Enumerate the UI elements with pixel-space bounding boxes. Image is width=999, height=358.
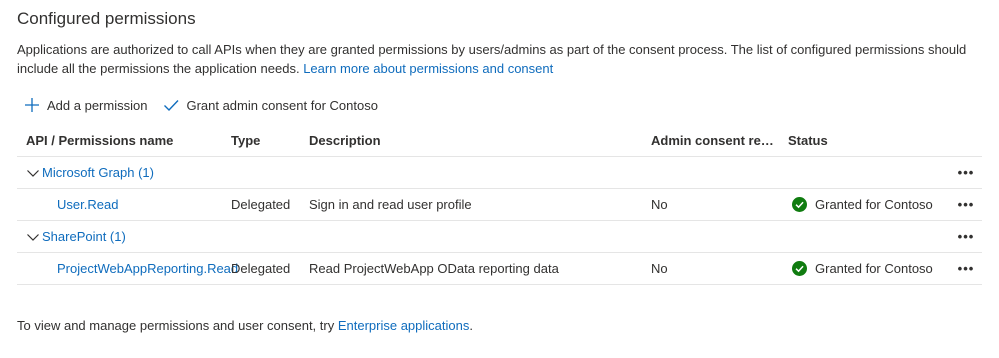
- success-check-circle-icon: [792, 261, 807, 276]
- more-options-button[interactable]: •••: [953, 189, 979, 220]
- permission-type: Delegated: [231, 197, 291, 212]
- group-row-sharepoint: SharePoint (1) •••: [17, 221, 982, 253]
- column-header-description[interactable]: Description: [309, 125, 649, 156]
- status-cell: Granted for Contoso: [788, 189, 948, 220]
- chevron-down-icon: [26, 230, 40, 244]
- column-header-status[interactable]: Status: [788, 125, 948, 156]
- checkmark-icon: [163, 97, 179, 113]
- footer-note: To view and manage permissions and user …: [17, 318, 473, 333]
- grant-admin-consent-label: Grant admin consent for Contoso: [186, 97, 378, 113]
- footer-text: To view and manage permissions and user …: [17, 318, 335, 333]
- page-title: Configured permissions: [17, 9, 196, 28]
- permission-description: Read ProjectWebApp OData reporting data: [309, 261, 559, 276]
- plus-icon: [24, 97, 40, 113]
- column-header-name[interactable]: API / Permissions name: [26, 125, 226, 156]
- permission-type: Delegated: [231, 261, 291, 276]
- status-text: Granted for Contoso: [815, 197, 933, 212]
- permission-name-link[interactable]: ProjectWebAppReporting.Read: [57, 253, 238, 284]
- status-cell: Granted for Contoso: [788, 253, 948, 284]
- table-header-row: API / Permissions name Type Description …: [17, 125, 982, 157]
- admin-consent-value: No: [651, 261, 668, 276]
- intro-paragraph: Applications are authorized to call APIs…: [17, 40, 987, 78]
- more-options-button[interactable]: •••: [953, 253, 979, 284]
- table-row: ProjectWebAppReporting.Read Delegated Re…: [17, 253, 982, 285]
- permissions-table: API / Permissions name Type Description …: [17, 125, 982, 285]
- add-permission-label: Add a permission: [47, 97, 148, 113]
- column-header-type[interactable]: Type: [231, 125, 306, 156]
- group-toggle-microsoft-graph[interactable]: Microsoft Graph (1): [26, 157, 154, 188]
- admin-consent-value: No: [651, 197, 668, 212]
- table-row: User.Read Delegated Sign in and read use…: [17, 189, 982, 221]
- learn-more-link[interactable]: Learn more about permissions and consent: [303, 61, 553, 76]
- group-label: Microsoft Graph (1): [42, 165, 154, 180]
- more-options-button[interactable]: •••: [953, 157, 979, 188]
- footer-suffix: .: [469, 318, 473, 333]
- status-text: Granted for Contoso: [815, 261, 933, 276]
- permission-description: Sign in and read user profile: [309, 197, 472, 212]
- add-permission-button[interactable]: Add a permission: [24, 97, 147, 113]
- success-check-circle-icon: [792, 197, 807, 212]
- group-toggle-sharepoint[interactable]: SharePoint (1): [26, 221, 126, 252]
- permission-name-link[interactable]: User.Read: [57, 189, 118, 220]
- toolbar: Add a permission Grant admin consent for…: [24, 95, 394, 115]
- group-label: SharePoint (1): [42, 229, 126, 244]
- column-header-admin-consent[interactable]: Admin consent requ...: [651, 125, 781, 156]
- more-options-button[interactable]: •••: [953, 221, 979, 252]
- chevron-down-icon: [26, 166, 40, 180]
- enterprise-applications-link[interactable]: Enterprise applications: [338, 318, 470, 333]
- grant-admin-consent-button[interactable]: Grant admin consent for Contoso: [163, 97, 378, 113]
- group-row-microsoft-graph: Microsoft Graph (1) •••: [17, 157, 982, 189]
